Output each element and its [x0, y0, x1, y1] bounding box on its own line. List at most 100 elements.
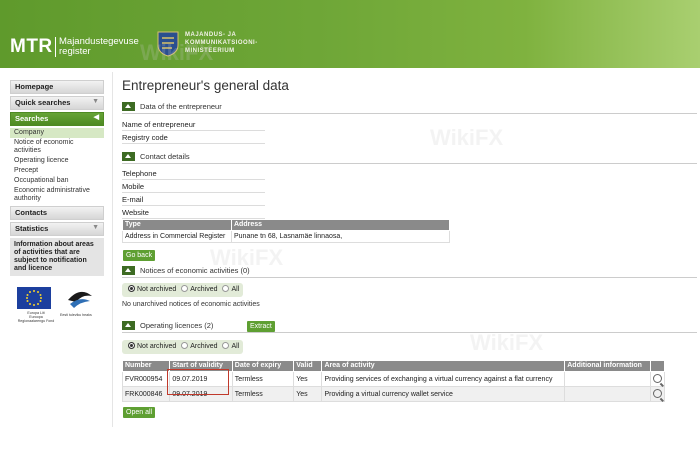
radio-all-label: All [231, 343, 240, 350]
collapse-icon[interactable] [122, 320, 135, 330]
ministry-line-1: MAJANDUS- JA [185, 32, 237, 38]
radio-empty-icon[interactable] [222, 284, 230, 292]
col-valid: Valid [293, 360, 323, 372]
menu-contacts[interactable]: Contacts [10, 206, 104, 220]
collapse-icon[interactable] [122, 101, 135, 111]
address-table: Type Address Address in Commercial Regis… [122, 219, 450, 243]
radio-archived[interactable]: Archived [181, 284, 218, 293]
telephone-label: Telephone [122, 168, 265, 180]
watermark: WikiFX [140, 40, 214, 65]
radio-all[interactable]: All [222, 284, 239, 293]
menu-quick-searches-label: Quick searches [15, 98, 71, 107]
licence-valid: Yes [293, 386, 323, 402]
radio-all[interactable]: All [222, 341, 240, 350]
search-item-operating-licence[interactable]: Operating licence [10, 156, 104, 166]
search-item-notice[interactable]: Notice of economic activities [10, 138, 104, 156]
menu-homepage-label: Homepage [15, 82, 54, 91]
section-entrepreneur[interactable]: Data of the entrepreneur [122, 101, 222, 113]
licence-number: FRK000846 [121, 386, 171, 402]
eu-fund-caption: Europa Liit Euroopa Regionaalarengu Fond [14, 311, 58, 323]
col-number: Number [121, 360, 171, 372]
open-all-button[interactable]: Open all [123, 407, 156, 418]
menu-quick-searches[interactable]: Quick searches ▼ [10, 96, 104, 110]
section-licences-title: Operating licences (2) [140, 321, 214, 330]
search-item-occupational-ban[interactable]: Occupational ban [10, 176, 104, 186]
estonia-swallow-icon [68, 291, 92, 308]
licence-number: FVR000954 [121, 371, 171, 387]
search-item-authority[interactable]: Economic administrative authority [10, 186, 104, 204]
radio-empty-icon[interactable] [181, 284, 189, 292]
section-divider [122, 113, 697, 114]
licences-filter: Not archived Archived All [122, 340, 243, 354]
col-date-expiry: Date of expiry [231, 360, 295, 372]
magnifier-icon[interactable] [652, 389, 662, 398]
menu-statistics[interactable]: Statistics ▼ [10, 222, 104, 236]
section-licences[interactable]: Operating licences (2) [122, 320, 214, 332]
search-item-company[interactable]: Company [10, 128, 104, 138]
view-licence-button[interactable] [649, 371, 666, 387]
section-divider [122, 163, 697, 164]
magnifier-icon[interactable] [652, 374, 662, 383]
sidebar: Homepage Quick searches ▼ Searches ◀ Compa… [10, 80, 104, 276]
logo-subtitle-line-2: register [59, 46, 91, 57]
eu-flag-icon [17, 287, 51, 309]
view-licence-button[interactable] [649, 386, 666, 402]
watermark: WikiFX [470, 330, 544, 355]
notices-filter: Not archived Archived All [122, 283, 243, 297]
extract-button[interactable]: Extract [247, 321, 275, 332]
no-notices-message: No unarchived notices of economic activi… [122, 301, 260, 308]
radio-not-archived[interactable]: Not archived [128, 284, 177, 293]
radio-archived[interactable]: Archived [181, 341, 218, 350]
radio-selected-icon[interactable] [128, 284, 135, 292]
watermark: WikiFX [210, 245, 284, 270]
site-header: MTR Majandustegevuse register MAJANDUS- … [0, 0, 700, 68]
go-back-button[interactable]: Go back [123, 250, 156, 261]
menu-searches[interactable]: Searches ◀ [10, 112, 104, 126]
section-contacts[interactable]: Contact details [122, 151, 190, 163]
licence-info [564, 386, 651, 402]
registry-code-label: Registry code [122, 132, 265, 144]
menu-contacts-label: Contacts [15, 208, 48, 217]
col-area: Area of activity [321, 360, 566, 372]
radio-archived-label: Archived [190, 343, 218, 350]
address-value-cell: Punane tn 68, Lasnamäe linnaosa, [231, 230, 450, 243]
eu-stars-icon [26, 290, 42, 306]
sidebar-divider [112, 72, 113, 427]
highlight-box [167, 369, 229, 395]
menu-searches-label: Searches [15, 114, 49, 123]
search-item-precept[interactable]: Precept [10, 166, 104, 176]
licence-valid: Yes [293, 371, 323, 387]
licence-area: Providing a virtual currency wallet serv… [321, 386, 566, 402]
licence-expiry: Termless [231, 371, 295, 387]
radio-archived-label: Archived [190, 286, 218, 293]
collapse-icon[interactable] [122, 265, 135, 275]
licence-expiry: Termless [231, 386, 295, 402]
section-contacts-title: Contact details [140, 152, 190, 161]
email-label: E-mail [122, 194, 265, 206]
section-divider [122, 277, 697, 278]
address-type-header: Type [122, 219, 232, 231]
mtr-logo[interactable]: MTR [10, 36, 53, 58]
radio-not-archived-label: Not archived [137, 286, 177, 293]
menu-homepage[interactable]: Homepage [10, 80, 104, 94]
licence-info [564, 371, 651, 387]
logo-subtitle: Majandustegevuse register [59, 37, 139, 57]
radio-empty-icon[interactable] [222, 341, 230, 349]
logo-divider [55, 37, 56, 57]
radio-not-archived-label: Not archived [137, 343, 177, 350]
col-additional-info: Additional information [564, 360, 651, 372]
section-divider [122, 332, 697, 333]
col-actions [649, 360, 666, 372]
collapse-icon[interactable] [122, 151, 135, 161]
name-of-entrepreneur-label: Name of entrepreneur [122, 119, 265, 131]
radio-empty-icon[interactable] [181, 341, 189, 349]
page-title: Entrepreneur's general data [122, 78, 289, 93]
menu-statistics-label: Statistics [15, 224, 49, 233]
table-row: Address in Commercial Register Punane tn… [122, 230, 450, 243]
info-areas-link[interactable]: Information about areas of activities th… [10, 238, 104, 276]
address-type-cell: Address in Commercial Register [122, 230, 232, 243]
radio-selected-icon[interactable] [128, 341, 135, 349]
licence-area: Providing services of exchanging a virtu… [321, 371, 566, 387]
website-label: Website [122, 207, 265, 219]
radio-not-archived[interactable]: Not archived [128, 341, 177, 350]
